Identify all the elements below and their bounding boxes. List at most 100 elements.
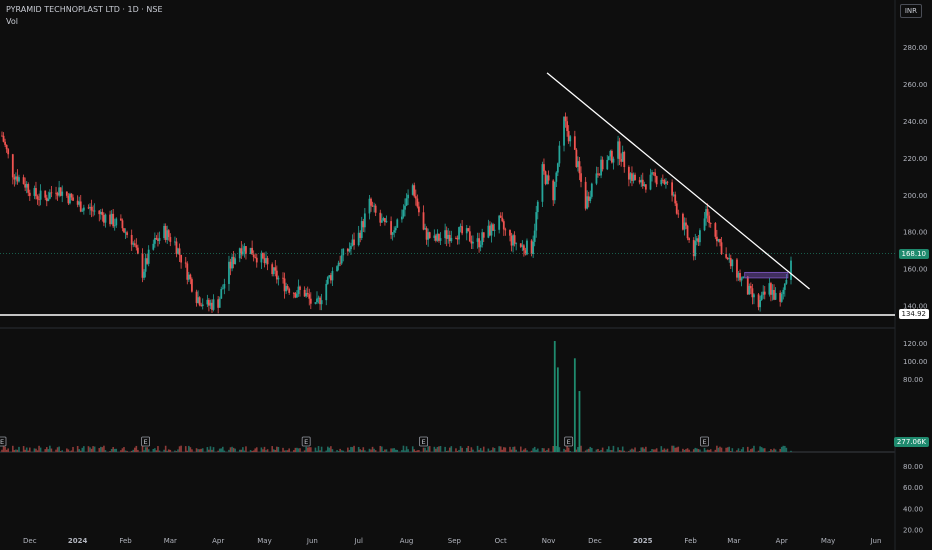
volume-bar [757,450,760,452]
candle-body [641,179,644,187]
candle-body [45,197,48,202]
candle-body [212,299,215,310]
volume-bar [27,450,30,452]
candle-body [737,272,740,278]
candle-body [666,181,669,183]
volume-bar [555,446,558,452]
candle-body [675,203,678,214]
candle-body [742,276,745,279]
candle-body [493,229,496,231]
volume-bar [163,449,165,452]
candle-body [384,218,386,223]
volume-bar [296,447,298,452]
volume-bar [493,448,496,452]
volume-bar [208,449,210,452]
volume-bar [166,450,169,452]
time-tick-label: May [821,537,835,545]
volume-bar [612,445,615,452]
candle-body [728,258,731,260]
candle-body [414,196,417,199]
candle-body [346,248,349,252]
candle-body [299,286,301,290]
candle-body [393,230,396,233]
volume-bar [541,448,544,452]
candle-body [671,182,674,196]
volume-bar [7,448,9,452]
candle-body [286,286,289,289]
volume-bar [682,448,684,452]
candle-body [396,219,399,228]
candle-body [99,211,102,215]
volume-bar [482,446,485,452]
candle-body [146,258,149,264]
candle-body [699,230,701,243]
candle-body [677,213,680,215]
candle-body [180,254,183,263]
volume-spike-bar [556,367,559,452]
volume-bar [223,450,226,452]
volume-bar [774,449,777,452]
candle-body [362,221,365,228]
candle-body [674,194,677,204]
candle-body [553,181,556,201]
candle-body [328,275,331,278]
volume-bar [663,448,666,452]
volume-bar [760,447,763,452]
candle-body [223,283,226,289]
candle-body [768,283,771,295]
candle-body [174,241,176,243]
volume-bar [726,447,729,452]
volume-bar [381,446,383,452]
candle-body [643,184,646,187]
candle-body [262,252,264,259]
volume-bar [18,446,20,452]
volume-bar [266,449,269,452]
volume-bar [331,449,334,452]
volume-bar [660,446,663,452]
symbol-title[interactable]: PYRAMID TECHNOPLAST LTD · 1D · NSE [6,5,163,14]
volume-bar [124,450,127,452]
volume-bar [498,446,500,452]
volume-bar [729,450,732,452]
volume-bar [608,446,610,452]
candle-body [790,260,792,280]
volume-bar [39,447,42,452]
candle-body [731,259,734,267]
candle-body [390,221,392,235]
volume-label[interactable]: Vol [6,17,18,26]
volume-bar [317,446,320,452]
volume-bar [339,448,341,452]
volume-bar [487,448,490,452]
candle-body [597,173,599,175]
volume-bar [115,448,118,452]
candle-body [487,225,490,238]
candle-body [48,192,51,199]
candle-body [782,289,785,295]
volume-bar [708,450,710,452]
volume-bar [589,446,592,452]
candle-body [13,177,16,180]
volume-bar [736,450,738,452]
candle-body [18,177,20,182]
time-tick-label: Apr [776,537,788,545]
volume-spike-bar [553,341,556,452]
volume-bar [229,447,232,452]
volume-bar [243,450,246,452]
volume-bar [586,449,588,452]
candle-body [654,172,657,177]
volume-bar [364,450,366,452]
candle-body [104,214,107,223]
volume-bar [314,447,317,452]
volume-bar [260,447,263,452]
candle-body [697,238,700,243]
volume-bar [221,446,224,452]
candle-body [404,205,406,210]
candle-body [370,198,372,206]
volume-bar [175,451,178,452]
candle-body [195,291,198,303]
volume-bar [685,449,687,452]
volume-bar [147,449,150,452]
currency-button[interactable]: INR [899,4,922,18]
candle-body [331,271,334,281]
candle-body [749,285,752,289]
